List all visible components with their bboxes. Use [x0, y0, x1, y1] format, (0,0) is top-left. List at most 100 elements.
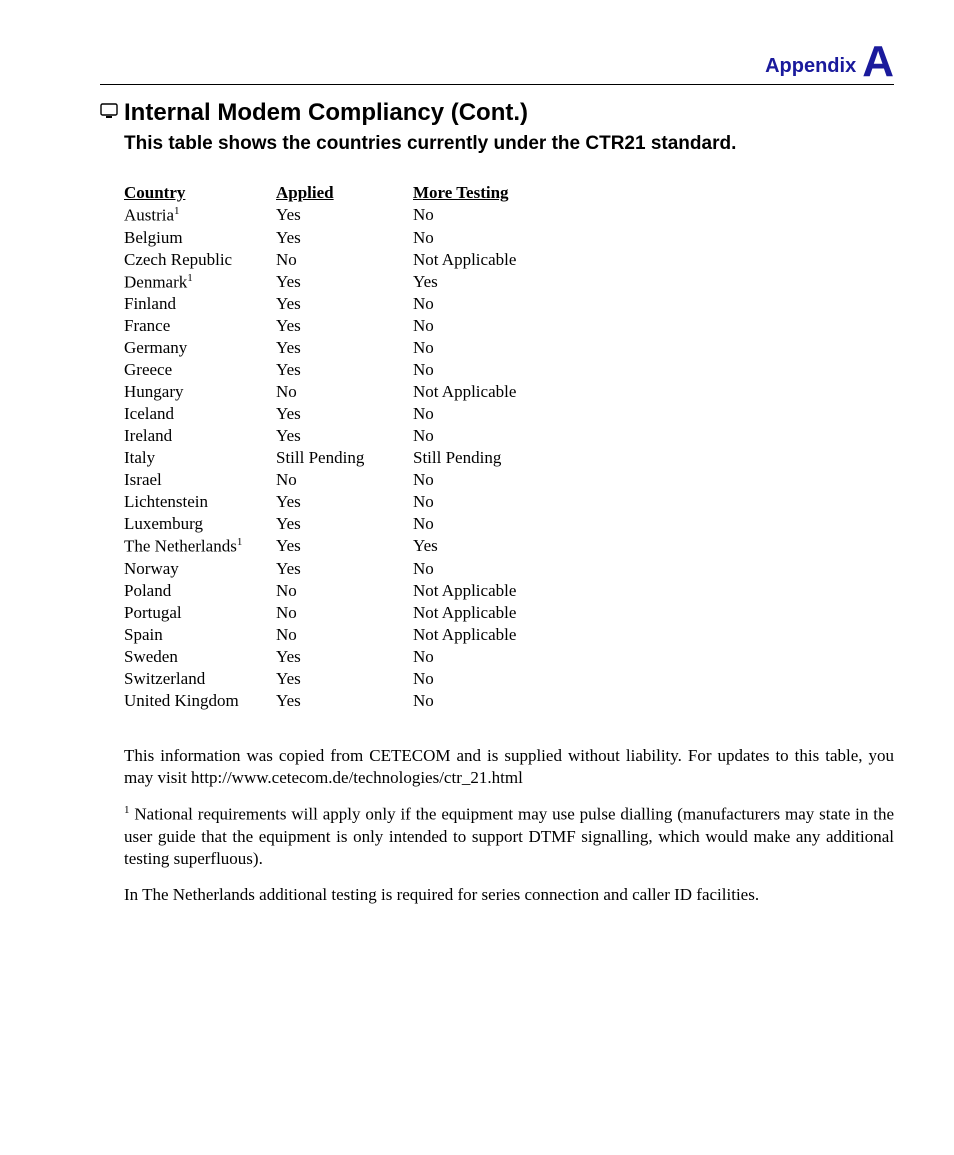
- cell-country: Denmark1: [124, 272, 276, 295]
- table-row: GermanyYesNo: [124, 338, 545, 360]
- table-row: LichtensteinYesNo: [124, 492, 545, 514]
- cell-applied: Yes: [276, 272, 413, 295]
- table-row: SwitzerlandYesNo: [124, 669, 545, 691]
- cell-applied: No: [276, 581, 413, 603]
- cell-applied: No: [276, 382, 413, 404]
- cell-more-testing: No: [413, 470, 545, 492]
- table-row: Denmark1YesYes: [124, 272, 545, 295]
- col-header-country: Country: [124, 183, 276, 205]
- footer-paragraph-2: 1 National requirements will apply only …: [124, 803, 894, 870]
- cell-applied: Yes: [276, 647, 413, 669]
- table-row: Austria1YesNo: [124, 205, 545, 228]
- cell-country: United Kingdom: [124, 691, 276, 713]
- cell-country: France: [124, 316, 276, 338]
- table-row: IrelandYesNo: [124, 426, 545, 448]
- cell-more-testing: No: [413, 559, 545, 581]
- cell-country: Switzerland: [124, 669, 276, 691]
- cell-applied: Yes: [276, 691, 413, 713]
- cell-more-testing: Not Applicable: [413, 581, 545, 603]
- cell-more-testing: No: [413, 316, 545, 338]
- footnote-text: National requirements will apply only if…: [124, 805, 894, 868]
- table-row: NorwayYesNo: [124, 559, 545, 581]
- cell-applied: No: [276, 625, 413, 647]
- cell-more-testing: No: [413, 338, 545, 360]
- table-row: PortugalNoNot Applicable: [124, 603, 545, 625]
- table-row: SwedenYesNo: [124, 647, 545, 669]
- cell-applied: Yes: [276, 536, 413, 559]
- cell-more-testing: Not Applicable: [413, 382, 545, 404]
- cell-more-testing: No: [413, 691, 545, 713]
- cell-more-testing: No: [413, 647, 545, 669]
- compliancy-table: Country Applied More Testing Austria1Yes…: [124, 183, 545, 713]
- cell-country: Israel: [124, 470, 276, 492]
- cell-country: Lichtenstein: [124, 492, 276, 514]
- cell-country: Czech Republic: [124, 250, 276, 272]
- table-row: Czech RepublicNoNot Applicable: [124, 250, 545, 272]
- cell-applied: Yes: [276, 294, 413, 316]
- cell-country: Sweden: [124, 647, 276, 669]
- table-row: FranceYesNo: [124, 316, 545, 338]
- cell-country: Hungary: [124, 382, 276, 404]
- cell-country: Germany: [124, 338, 276, 360]
- cell-more-testing: Not Applicable: [413, 603, 545, 625]
- cell-applied: Yes: [276, 338, 413, 360]
- table-row: United KingdomYesNo: [124, 691, 545, 713]
- table-row: ItalyStill PendingStill Pending: [124, 448, 545, 470]
- appendix-letter: A: [862, 40, 894, 84]
- table-row: LuxemburgYesNo: [124, 514, 545, 536]
- table-row: IsraelNoNo: [124, 470, 545, 492]
- cell-more-testing: No: [413, 669, 545, 691]
- cell-country: Iceland: [124, 404, 276, 426]
- cell-applied: Yes: [276, 404, 413, 426]
- cell-more-testing: No: [413, 360, 545, 382]
- cell-more-testing: No: [413, 492, 545, 514]
- cell-applied: Yes: [276, 426, 413, 448]
- cell-applied: Yes: [276, 228, 413, 250]
- cell-country: Italy: [124, 448, 276, 470]
- cell-applied: Yes: [276, 316, 413, 338]
- page-header: Appendix A: [100, 40, 894, 85]
- cell-more-testing: No: [413, 514, 545, 536]
- cell-country: Portugal: [124, 603, 276, 625]
- cell-country: Finland: [124, 294, 276, 316]
- table-row: HungaryNoNot Applicable: [124, 382, 545, 404]
- cell-applied: No: [276, 250, 413, 272]
- col-header-more-testing: More Testing: [413, 183, 545, 205]
- table-row: SpainNoNot Applicable: [124, 625, 545, 647]
- cell-more-testing: No: [413, 205, 545, 228]
- cell-applied: Yes: [276, 360, 413, 382]
- appendix-label: Appendix: [765, 55, 856, 78]
- cell-more-testing: Not Applicable: [413, 625, 545, 647]
- cell-more-testing: Still Pending: [413, 448, 545, 470]
- table-row: FinlandYesNo: [124, 294, 545, 316]
- cell-country: Austria1: [124, 205, 276, 228]
- cell-applied: Yes: [276, 205, 413, 228]
- table-row: BelgiumYesNo: [124, 228, 545, 250]
- cell-country: Norway: [124, 559, 276, 581]
- col-header-applied: Applied: [276, 183, 413, 205]
- cell-applied: Yes: [276, 492, 413, 514]
- table-row: GreeceYesNo: [124, 360, 545, 382]
- cell-country: Luxemburg: [124, 514, 276, 536]
- cell-applied: Yes: [276, 514, 413, 536]
- title-row: Internal Modem Compliancy (Cont.): [100, 99, 894, 127]
- cell-applied: No: [276, 470, 413, 492]
- monitor-icon: [100, 103, 118, 124]
- cell-country: Belgium: [124, 228, 276, 250]
- cell-more-testing: No: [413, 404, 545, 426]
- footer-paragraph-3: In The Netherlands additional testing is…: [124, 884, 894, 906]
- cell-more-testing: No: [413, 426, 545, 448]
- footer-paragraph-1: This information was copied from CETECOM…: [124, 745, 894, 789]
- cell-applied: Yes: [276, 669, 413, 691]
- table-header-row: Country Applied More Testing: [124, 183, 545, 205]
- cell-more-testing: No: [413, 294, 545, 316]
- cell-more-testing: No: [413, 228, 545, 250]
- page-title: Internal Modem Compliancy (Cont.): [124, 99, 528, 127]
- table-row: The Netherlands1YesYes: [124, 536, 545, 559]
- cell-more-testing: Yes: [413, 272, 545, 295]
- table-row: PolandNoNot Applicable: [124, 581, 545, 603]
- cell-country: Spain: [124, 625, 276, 647]
- page-subtitle: This table shows the countries currently…: [124, 133, 894, 155]
- cell-applied: Still Pending: [276, 448, 413, 470]
- table-row: IcelandYesNo: [124, 404, 545, 426]
